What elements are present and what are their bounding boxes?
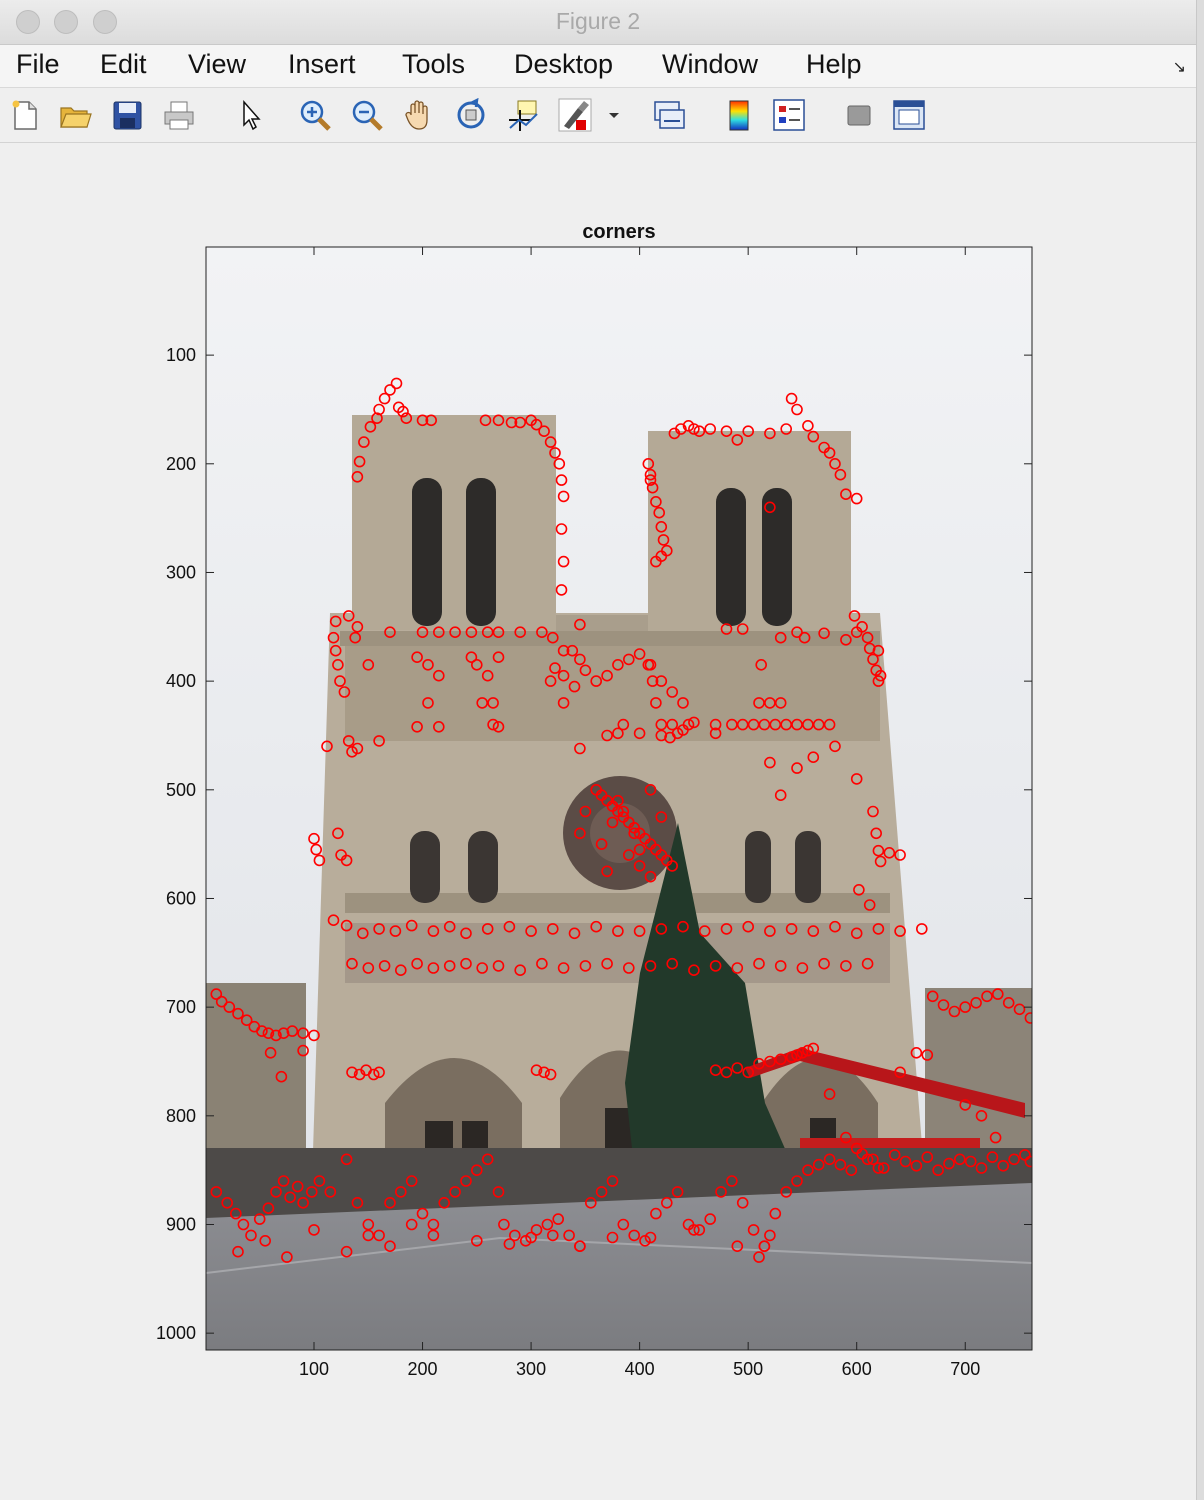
rotate-3d-icon[interactable] (454, 97, 488, 132)
new-figure-icon[interactable] (8, 98, 42, 132)
x-tick-label: 700 (950, 1359, 980, 1379)
y-tick-label: 200 (166, 454, 196, 474)
save-icon[interactable] (110, 98, 144, 132)
link-plot-icon[interactable] (652, 98, 686, 132)
brush-icon[interactable] (558, 98, 592, 132)
y-tick-label: 700 (166, 997, 196, 1017)
menu-bar: File Edit View Insert Tools Desktop Wind… (0, 45, 1196, 88)
menu-insert[interactable]: Insert (288, 49, 356, 80)
title-bar: Figure 2 (0, 0, 1196, 45)
background-window-edge (1197, 0, 1204, 1500)
window-title: Figure 2 (555, 8, 641, 34)
pan-hand-icon[interactable] (402, 98, 436, 132)
x-tick-label: 400 (625, 1359, 655, 1379)
data-cursor-icon[interactable] (506, 98, 540, 132)
y-tick-label: 100 (166, 345, 196, 365)
menu-edit[interactable]: Edit (100, 49, 147, 80)
show-plot-tools-icon[interactable] (892, 98, 926, 132)
menu-help[interactable]: Help (806, 49, 862, 80)
menu-desktop[interactable]: Desktop (514, 49, 613, 80)
cathedral-image (206, 247, 1032, 1350)
open-file-icon[interactable] (58, 98, 92, 132)
axes[interactable]: corners 100 200 300 400 500 600 700 1002… (0, 143, 1196, 1500)
y-tick-label: 1000 (156, 1323, 196, 1343)
insert-legend-icon[interactable] (772, 98, 806, 132)
x-tick-label: 500 (733, 1359, 763, 1379)
figure-window: Figure 2 File Edit View Insert Tools Des… (0, 0, 1197, 1500)
y-tick-label: 600 (166, 888, 196, 908)
x-tick-label: 100 (299, 1359, 329, 1379)
x-tick-label: 600 (842, 1359, 872, 1379)
zoom-out-icon[interactable] (350, 98, 384, 132)
x-tick-label: 200 (408, 1359, 438, 1379)
y-tick-label: 500 (166, 780, 196, 800)
figure-toolbar (0, 88, 1196, 143)
zoom-in-icon[interactable] (298, 98, 332, 132)
hide-plot-tools-icon[interactable] (842, 98, 876, 132)
figure-canvas[interactable]: corners 100 200 300 400 500 600 700 100 … (0, 143, 1196, 1500)
menu-tools[interactable]: Tools (402, 49, 465, 80)
y-tick-label: 800 (166, 1106, 196, 1126)
dock-arrow-icon[interactable]: ↘ (1173, 57, 1186, 77)
menu-file[interactable]: File (16, 49, 60, 80)
y-tick-label: 300 (166, 562, 196, 582)
menu-view[interactable]: View (188, 49, 246, 80)
print-icon[interactable] (162, 98, 196, 132)
edit-plot-arrow-icon[interactable] (234, 98, 268, 132)
insert-colorbar-icon[interactable] (722, 98, 756, 132)
y-tick-label: 400 (166, 671, 196, 691)
x-tick-label: 300 (516, 1359, 546, 1379)
brush-dropdown-icon[interactable] (604, 98, 624, 132)
plot-title: corners (582, 221, 655, 243)
menu-window[interactable]: Window (662, 49, 758, 80)
y-tick-label: 900 (166, 1214, 196, 1234)
